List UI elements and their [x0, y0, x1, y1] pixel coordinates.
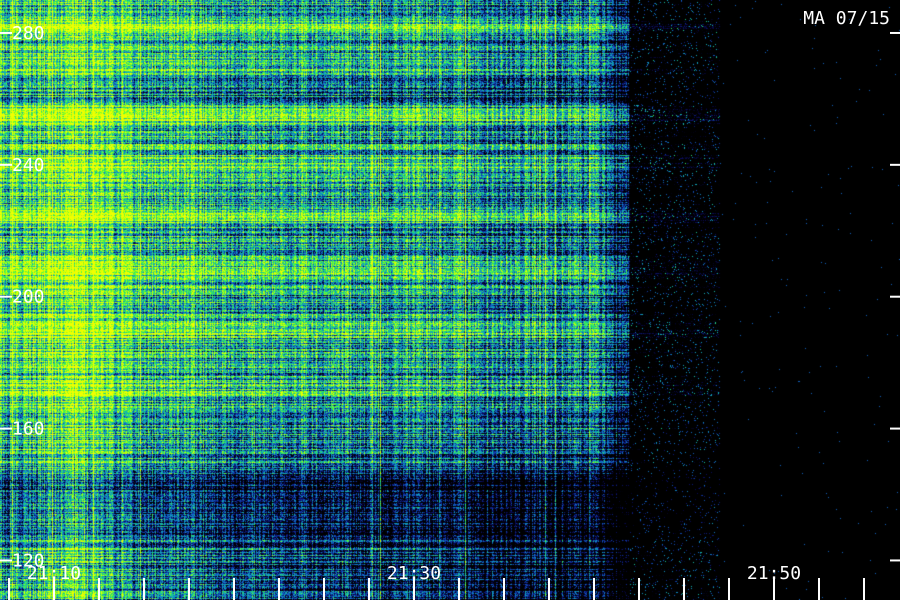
chart-overlay: 120160200240280 21:10 21:30 21:50 MA 07/15 [0, 8, 900, 600]
y-axis-right [890, 31, 900, 562]
y-axis-left: 120160200240280 [0, 23, 45, 571]
x-tick-label-2130: 21:30 [387, 563, 441, 584]
x-axis: 21:10 21:30 21:50 [8, 563, 865, 600]
y-tick-label-280: 280 [12, 23, 45, 44]
y-tick-label-200: 200 [12, 287, 45, 308]
y-tick-label-160: 160 [12, 419, 45, 440]
x-tick-label-2110: 21:10 [27, 563, 81, 584]
y-tick-label-240: 240 [12, 155, 45, 176]
spectrogram-chart: 120 160 200 240 280 21:10 21:30 21:50 MA 07/15 [0, 0, 900, 600]
station-label: MA 07/15 [803, 8, 890, 29]
x-tick-label-2150: 21:50 [747, 563, 801, 584]
